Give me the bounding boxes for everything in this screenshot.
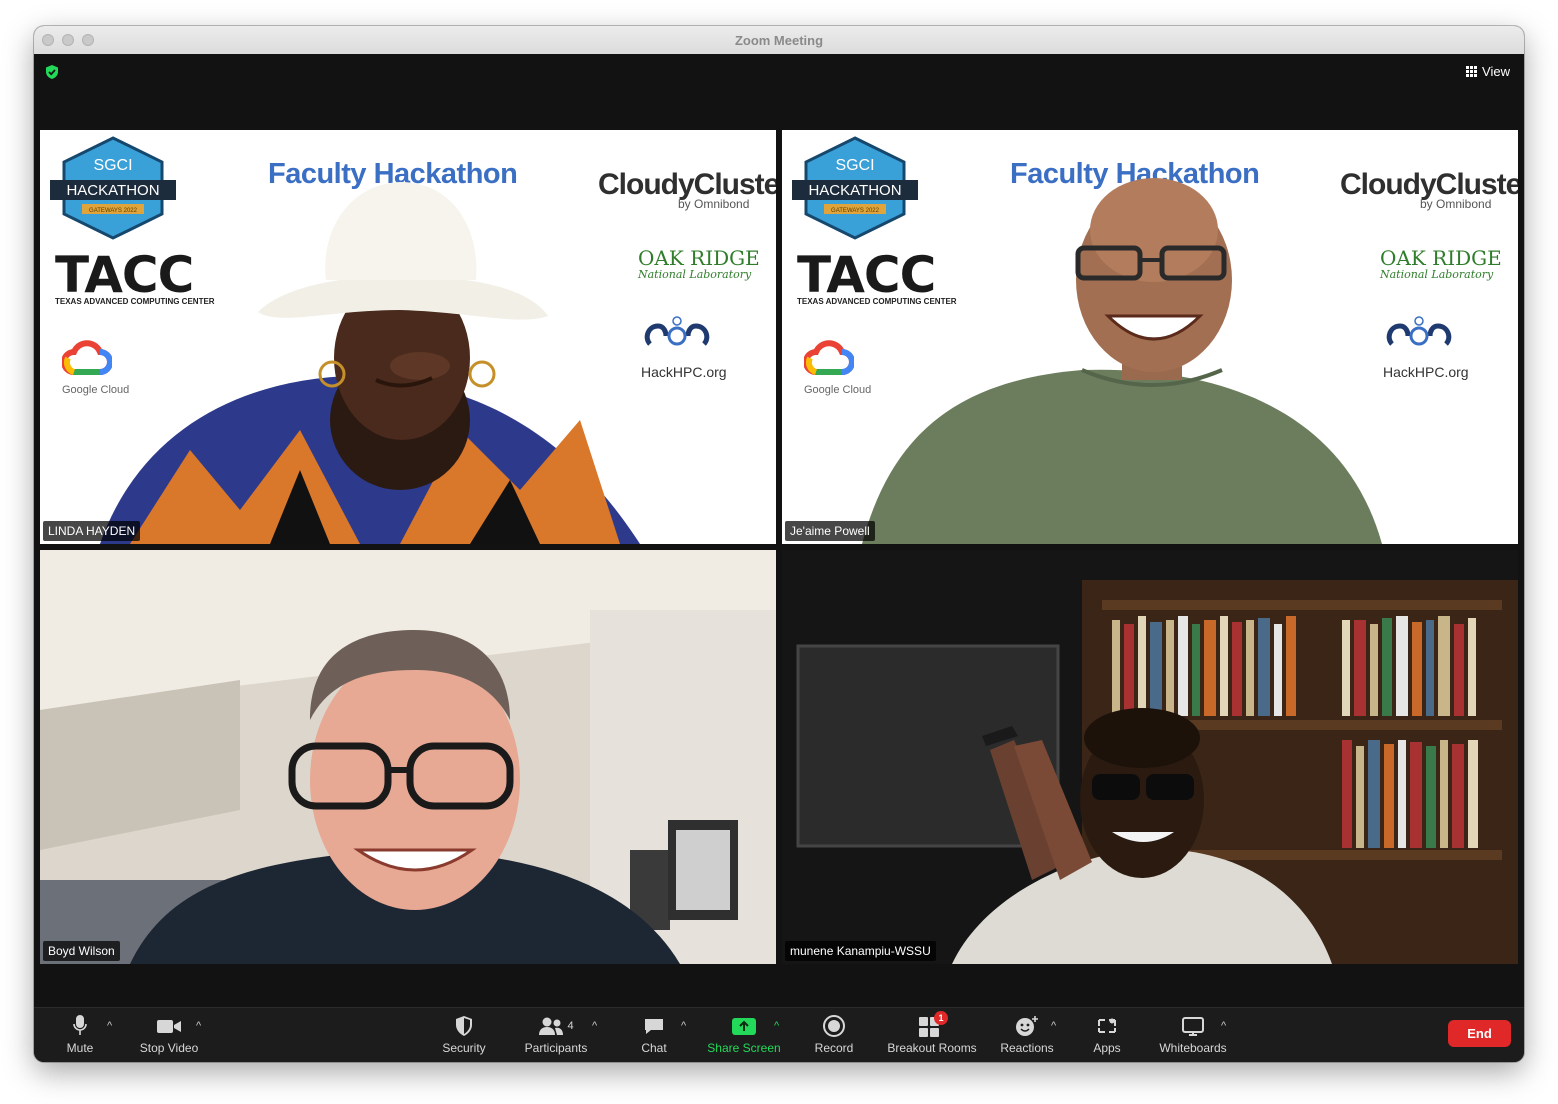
mute-button[interactable]: Mute	[62, 1014, 98, 1055]
video-tile-2[interactable]: SGCI HACKATHON GATEWAYS 2022 Faculty Hac…	[782, 130, 1518, 544]
share-screen-icon	[732, 1018, 756, 1035]
apps-label: Apps	[1093, 1041, 1121, 1055]
share-options-caret[interactable]: ^	[774, 1020, 779, 1032]
apps-icon	[1098, 1018, 1116, 1033]
audio-options-caret[interactable]: ^	[107, 1020, 112, 1032]
view-label: View	[1482, 64, 1510, 79]
participant-name-3: Boyd Wilson	[43, 941, 120, 961]
participants-button[interactable]: 4 Participants	[521, 1014, 591, 1055]
reactions-label: Reactions	[1000, 1041, 1054, 1055]
video-tile-1[interactable]: SGCI HACKATHON GATEWAYS 2022 Faculty Hac…	[40, 130, 776, 544]
video-camera-icon	[157, 1020, 181, 1033]
record-label: Record	[814, 1041, 854, 1055]
chat-label: Chat	[641, 1041, 667, 1055]
meeting-toolbar: Mute ^ Stop Video ^ Security 4 Participa…	[34, 1007, 1524, 1062]
reactions-button[interactable]: Reactions	[997, 1014, 1057, 1055]
microphone-icon	[73, 1015, 87, 1035]
zoom-window: Zoom Meeting View SGCI HACKATHON GATEWAY…	[34, 26, 1524, 1062]
grid-view-icon	[1466, 66, 1478, 77]
video-options-caret[interactable]: ^	[196, 1020, 201, 1032]
record-button[interactable]: Record	[810, 1014, 858, 1055]
participants-count: 4	[567, 1020, 574, 1032]
reactions-options-caret[interactable]: ^	[1051, 1020, 1056, 1032]
whiteboards-options-caret[interactable]: ^	[1221, 1020, 1226, 1032]
breakout-rooms-button[interactable]: 1 Breakout Rooms	[882, 1011, 982, 1055]
view-button[interactable]: View	[1466, 64, 1510, 79]
mute-label: Mute	[66, 1041, 94, 1055]
video-tile-4[interactable]: munene Kanampiu-WSSU	[782, 550, 1518, 964]
participant-video	[100, 182, 640, 544]
stop-video-label: Stop Video	[139, 1041, 199, 1055]
video-tile-3[interactable]: Boyd Wilson	[40, 550, 776, 964]
participant-name-4: munene Kanampiu-WSSU	[785, 941, 936, 961]
meeting-area: View SGCI HACKATHON GATEWAYS 2022 Facult…	[34, 54, 1524, 1008]
participant-name-1: LINDA HAYDEN	[43, 521, 141, 541]
record-icon	[823, 1015, 845, 1037]
security-button[interactable]: Security	[434, 1014, 494, 1055]
shield-icon	[456, 1016, 472, 1036]
participant-video	[40, 550, 776, 964]
title-bar: Zoom Meeting	[34, 26, 1524, 55]
smiley-plus-icon	[1016, 1016, 1038, 1036]
participants-icon	[539, 1017, 564, 1035]
stop-video-button[interactable]: Stop Video	[134, 1014, 204, 1055]
participant-video	[782, 550, 1518, 964]
end-meeting-button[interactable]: End	[1448, 1020, 1511, 1047]
participant-name-2: Je'aime Powell	[785, 521, 875, 541]
apps-button[interactable]: Apps	[1089, 1014, 1125, 1055]
window-title: Zoom Meeting	[734, 33, 824, 48]
security-label: Security	[442, 1041, 486, 1055]
participants-options-caret[interactable]: ^	[592, 1020, 597, 1032]
chat-button[interactable]: Chat	[632, 1014, 676, 1055]
whiteboard-icon	[1182, 1017, 1204, 1036]
whiteboards-label: Whiteboards	[1159, 1041, 1227, 1055]
breakout-rooms-badge: 1	[934, 1011, 948, 1025]
chat-bubble-icon	[645, 1019, 663, 1034]
share-screen-button[interactable]: Share Screen	[704, 1014, 784, 1055]
breakout-rooms-label: Breakout Rooms	[887, 1041, 977, 1055]
shield-check-icon[interactable]	[44, 64, 60, 80]
chat-options-caret[interactable]: ^	[681, 1020, 686, 1032]
participants-label: Participants	[524, 1041, 588, 1055]
participant-video	[862, 178, 1382, 544]
share-screen-label: Share Screen	[707, 1041, 781, 1055]
